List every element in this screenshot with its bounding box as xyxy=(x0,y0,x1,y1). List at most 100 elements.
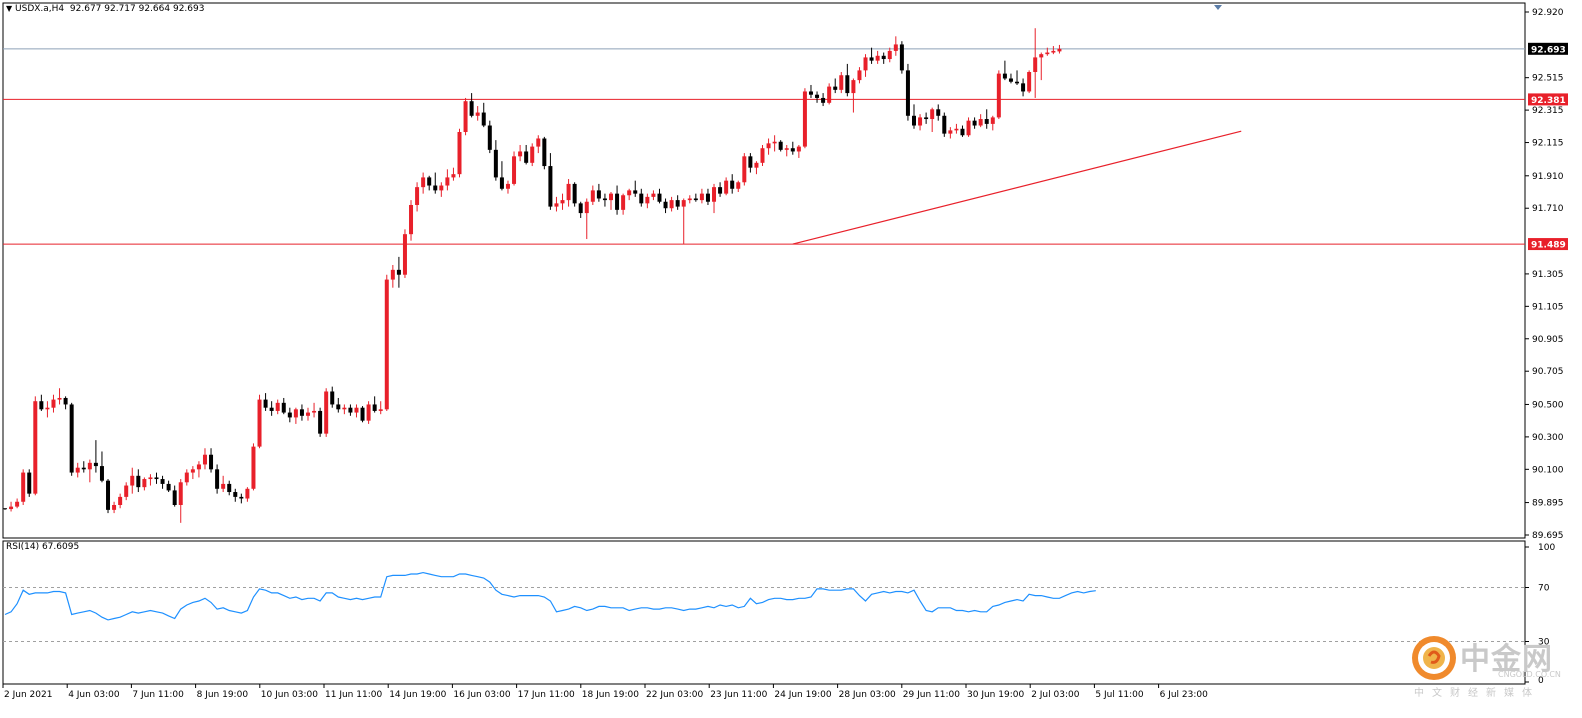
candle xyxy=(815,91,820,103)
candle-body xyxy=(984,119,989,124)
candle-body xyxy=(524,151,529,163)
candle-body xyxy=(439,185,444,191)
candle xyxy=(760,144,765,167)
candle xyxy=(1033,28,1038,98)
candle-body xyxy=(9,506,14,510)
candle-body xyxy=(1021,83,1026,92)
candle xyxy=(318,407,323,437)
candle xyxy=(148,474,153,486)
candle xyxy=(112,501,117,514)
candle xyxy=(257,394,262,449)
candle-body xyxy=(912,115,916,126)
candle xyxy=(851,78,856,113)
candle-body xyxy=(712,187,717,202)
candle-body xyxy=(3,508,7,510)
candle-body xyxy=(705,193,710,202)
candle xyxy=(639,188,644,207)
candle-body xyxy=(681,200,686,207)
candle xyxy=(772,135,777,152)
watermark-slogan: 中文财经新媒体 xyxy=(1414,688,1540,699)
dropdown-arrow-icon[interactable]: ▼ xyxy=(6,4,12,13)
candle-body xyxy=(39,401,44,410)
candle xyxy=(845,63,850,97)
candle-body xyxy=(815,94,820,98)
candle xyxy=(221,475,226,493)
candle xyxy=(966,117,971,137)
candle xyxy=(51,394,56,413)
candle xyxy=(942,112,947,137)
candle xyxy=(306,407,310,421)
candle xyxy=(1008,73,1013,84)
time-axis-label: 24 Jun 19:00 xyxy=(774,690,831,700)
candle xyxy=(893,36,898,56)
candle xyxy=(233,488,238,502)
candle xyxy=(142,477,147,491)
price-axis-label: 90.905 xyxy=(1532,335,1564,345)
candle-body xyxy=(887,50,892,60)
price-axis-label: 90.300 xyxy=(1532,433,1564,443)
candle xyxy=(433,172,438,194)
ohlc-readout: 92.677 92.717 92.664 92.693 xyxy=(69,4,205,14)
time-axis-label: 4 Jun 03:00 xyxy=(68,690,120,700)
candle-body xyxy=(790,148,795,152)
candle xyxy=(1021,78,1026,97)
candle xyxy=(227,480,232,496)
candle xyxy=(209,448,214,473)
candle xyxy=(736,180,741,193)
candle-body xyxy=(827,86,832,103)
candle-body xyxy=(348,407,353,413)
candle xyxy=(572,182,577,207)
candle xyxy=(651,190,656,201)
price-axis-label: 90.500 xyxy=(1532,400,1564,410)
candle-body xyxy=(627,190,632,196)
candle xyxy=(833,78,838,94)
candle-body xyxy=(445,177,450,186)
candle-body xyxy=(730,180,735,189)
candle-body xyxy=(839,75,844,90)
candle-body xyxy=(160,479,165,484)
candle-body xyxy=(621,195,626,210)
candle-body xyxy=(57,397,62,400)
candle-body xyxy=(924,117,929,120)
candle-body xyxy=(808,91,813,95)
candle xyxy=(57,388,62,405)
candle-body xyxy=(766,143,771,149)
candle-body xyxy=(251,446,256,489)
candle-body xyxy=(675,200,680,207)
candle xyxy=(1015,70,1020,85)
time-axis-label: 7 Jun 11:00 xyxy=(132,690,184,700)
chart-svg: 92.920 92.515 92.315 92.115 91.910 91.710 91.3… xyxy=(2,2,1568,700)
candle-body xyxy=(196,464,201,470)
candle xyxy=(336,397,341,413)
candle-body xyxy=(554,203,559,207)
candle xyxy=(918,114,923,131)
candle-body xyxy=(899,44,904,71)
candle-body xyxy=(505,183,510,189)
candle xyxy=(802,88,807,149)
candle xyxy=(693,193,698,202)
candle-body xyxy=(457,132,462,175)
candle-body xyxy=(330,391,335,405)
candle-body xyxy=(293,409,298,418)
candle-body xyxy=(954,128,959,131)
candle xyxy=(312,402,317,418)
candle xyxy=(518,144,523,162)
candle-body xyxy=(233,492,238,497)
candle xyxy=(9,501,14,512)
candle xyxy=(754,161,759,175)
candle-body xyxy=(548,166,553,207)
candle-body xyxy=(475,112,480,116)
candle xyxy=(602,193,607,207)
candle xyxy=(245,487,250,502)
price-axis-label: 92.315 xyxy=(1532,106,1564,116)
candle xyxy=(63,396,68,410)
time-axis-label: 5 Jul 11:00 xyxy=(1095,690,1144,700)
candle-body xyxy=(978,119,983,126)
candle xyxy=(293,407,298,424)
candle xyxy=(936,104,941,121)
candle-body xyxy=(918,117,923,126)
symbol-label: USDX.a,H4 xyxy=(15,4,65,14)
candle xyxy=(215,464,220,494)
candle xyxy=(984,109,989,129)
candle xyxy=(263,393,268,411)
